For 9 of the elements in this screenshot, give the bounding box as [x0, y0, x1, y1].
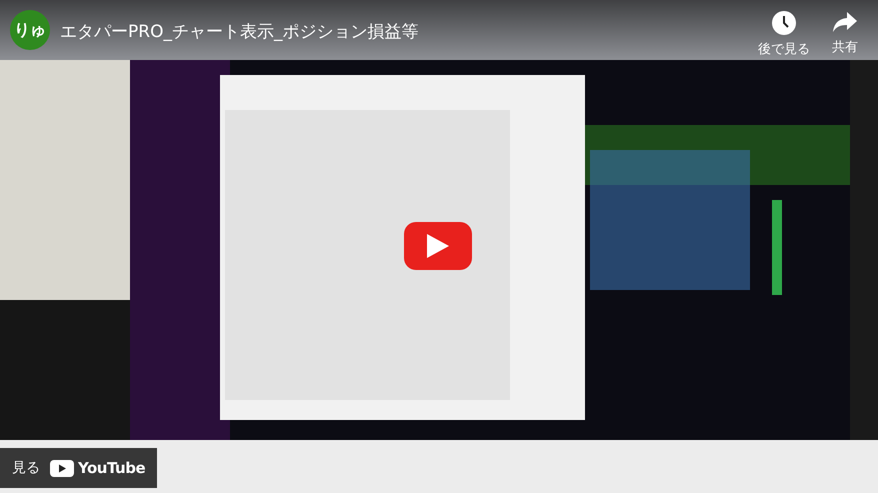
play-icon — [427, 234, 449, 258]
share-icon — [832, 10, 858, 34]
action-button[interactable]: 共有 — [832, 10, 858, 56]
clock-icon — [771, 10, 797, 36]
play-icon — [50, 460, 74, 476]
action-button[interactable]: 後で見る — [758, 10, 810, 58]
video-title[interactable]: エタパーPRO_チャート表示_ポジション損益等 — [60, 20, 418, 43]
play-button[interactable] — [404, 222, 472, 270]
watch-on-youtube-button[interactable]: 見る YouTube — [0, 448, 158, 488]
